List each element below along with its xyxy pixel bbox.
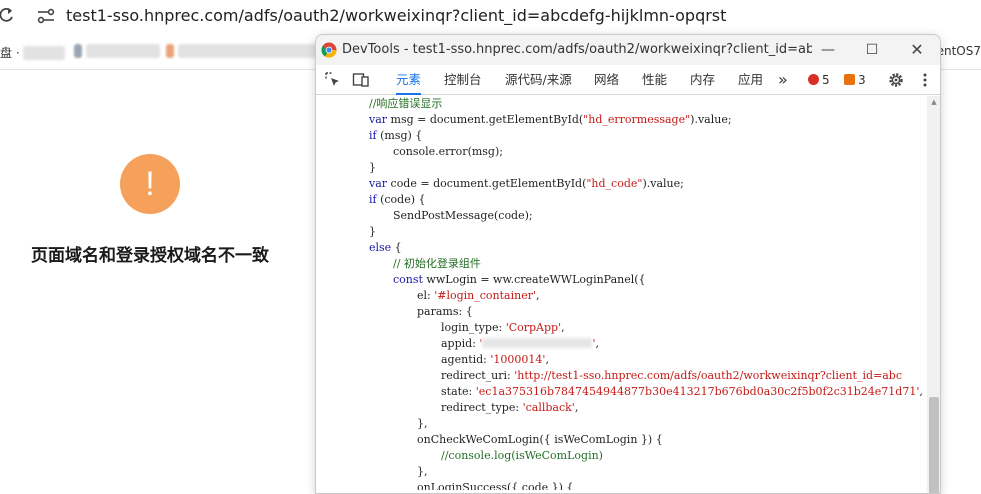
code-line: var msg = document.getElementById("hd_er…: [369, 113, 732, 126]
bookmark-item[interactable]: X XXXXXXXXXXXXXXXXX: [166, 44, 318, 60]
inspect-element-icon[interactable]: [324, 71, 342, 89]
code-line: //console.log(isWeComLogin): [441, 449, 603, 462]
devtools-title-bar: DevTools - test1-sso.hnprec.com/adfs/oau…: [316, 35, 940, 65]
bookmark-item[interactable]: X XXXXXXXXX: [74, 44, 161, 60]
tab-memory[interactable]: 内存: [690, 65, 715, 95]
code-line: // 初始化登录组件: [393, 257, 481, 270]
more-tabs-icon[interactable]: »: [778, 65, 788, 95]
code-line: //响应错误显示: [369, 97, 443, 110]
code-line: var code = document.getElementById("hd_c…: [369, 177, 684, 190]
bookmark-item-centos[interactable]: entOS7: [937, 44, 981, 58]
error-count-badge[interactable]: 5: [808, 73, 830, 87]
devtools-title: DevTools - test1-sso.hnprec.com/adfs/oau…: [342, 42, 812, 57]
error-count: 5: [822, 73, 830, 87]
devtools-tab-bar: 元素 控制台 源代码/来源 网络 性能 内存 应用 » 5 3: [316, 65, 940, 95]
tab-performance[interactable]: 性能: [642, 65, 667, 95]
code-line: },: [417, 465, 428, 478]
scroll-up-arrow-icon[interactable]: ▲: [929, 98, 939, 106]
tab-application[interactable]: 应用: [738, 65, 763, 95]
error-message: 页面域名和登录授权域名不一致: [31, 246, 269, 266]
code-line: state: 'ec1a375316b7847454944877b30e4132…: [441, 385, 923, 398]
bookmark-favicon-icon: X: [166, 44, 175, 58]
page-content: ! 页面域名和登录授权域名不一致: [0, 71, 320, 494]
settings-gear-icon[interactable]: [887, 71, 905, 89]
tab-console[interactable]: 控制台: [444, 65, 482, 95]
code-line: redirect_type: 'callback',: [441, 401, 579, 414]
blurred-bookmark-text: XXXXXXXXX: [86, 44, 161, 58]
code-line: redirect_uri: 'http://test1-sso.hnprec.c…: [441, 369, 902, 382]
tab-network[interactable]: 网络: [594, 65, 619, 95]
address-bar: test1-sso.hnprec.com/adfs/oauth2/workwei…: [0, 0, 981, 34]
error-icon: [808, 74, 819, 85]
redacted-appid: [482, 338, 593, 348]
url-text[interactable]: test1-sso.hnprec.com/adfs/oauth2/workwei…: [66, 5, 726, 27]
device-toolbar-icon[interactable]: [352, 71, 370, 89]
close-icon[interactable]: ✕: [905, 39, 929, 61]
bookmark-item[interactable]: 盘 · XXXXX: [0, 44, 65, 60]
tab-sources[interactable]: 源代码/来源: [505, 65, 572, 95]
maximize-icon[interactable]: ☐: [860, 39, 884, 61]
reload-icon[interactable]: [0, 5, 14, 25]
warning-icon: [844, 74, 855, 85]
more-options-icon[interactable]: [916, 71, 934, 89]
code-line: onLoginSuccess({ code }) {: [417, 481, 574, 490]
source-code-view[interactable]: //响应错误显示 var msg = document.getElementBy…: [316, 96, 927, 493]
warning-circle: !: [120, 154, 180, 214]
code-line: }: [369, 225, 376, 238]
blurred-bookmark-text: XXXXXXXXXXXXXXXXX: [178, 44, 318, 58]
warning-count-badge[interactable]: 3: [844, 73, 866, 87]
chrome-logo-icon: [321, 42, 337, 58]
code-line: SendPostMessage(code);: [393, 209, 533, 222]
code-line: agentid: '1000014',: [441, 353, 549, 366]
bookmark-favicon-icon: X: [74, 44, 83, 58]
code-line: },: [417, 417, 428, 430]
minimize-icon[interactable]: —: [816, 39, 840, 61]
code-line: else {: [369, 241, 402, 254]
code-line: params: {: [417, 305, 473, 318]
code-line: appid: ' ',: [441, 337, 599, 350]
devtools-window: DevTools - test1-sso.hnprec.com/adfs/oau…: [315, 34, 941, 494]
vertical-scrollbar[interactable]: ▲: [927, 96, 940, 493]
blurred-bookmark-text: XXXXX: [23, 46, 65, 60]
exclamation-icon: !: [145, 165, 155, 203]
code-line: login_type: 'CorpApp',: [441, 321, 565, 334]
code-line: const wwLogin = ww.createWWLoginPanel({: [393, 273, 646, 286]
bookmark-label: 盘 ·: [0, 46, 24, 60]
code-line: }: [369, 161, 376, 174]
scrollbar-thumb[interactable]: [929, 397, 939, 493]
site-info-icon[interactable]: [36, 7, 56, 25]
code-line: if (code) {: [369, 193, 426, 206]
code-line: if (msg) {: [369, 129, 423, 142]
warning-count: 3: [858, 73, 866, 87]
code-line: console.error(msg);: [393, 145, 503, 158]
tab-elements[interactable]: 元素: [396, 65, 422, 95]
code-line: el: '#login_container',: [417, 289, 540, 302]
code-line: onCheckWeComLogin({ isWeComLogin }) {: [417, 433, 663, 446]
